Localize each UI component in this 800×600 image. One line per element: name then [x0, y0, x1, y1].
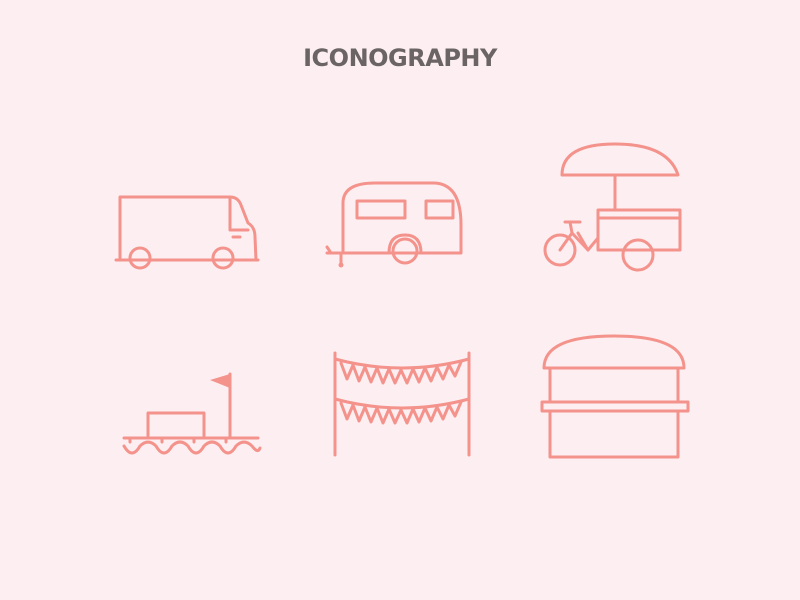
food-truck-van-icon	[114, 195, 260, 270]
page-title: ICONOGRAPHY	[303, 44, 497, 72]
boat-raft-flag-icon	[122, 372, 262, 455]
tricycle-cart-umbrella-icon	[543, 142, 682, 272]
bunting-flags-icon	[333, 351, 471, 457]
caravan-trailer-icon	[325, 181, 463, 268]
market-stall-icon	[540, 334, 690, 459]
